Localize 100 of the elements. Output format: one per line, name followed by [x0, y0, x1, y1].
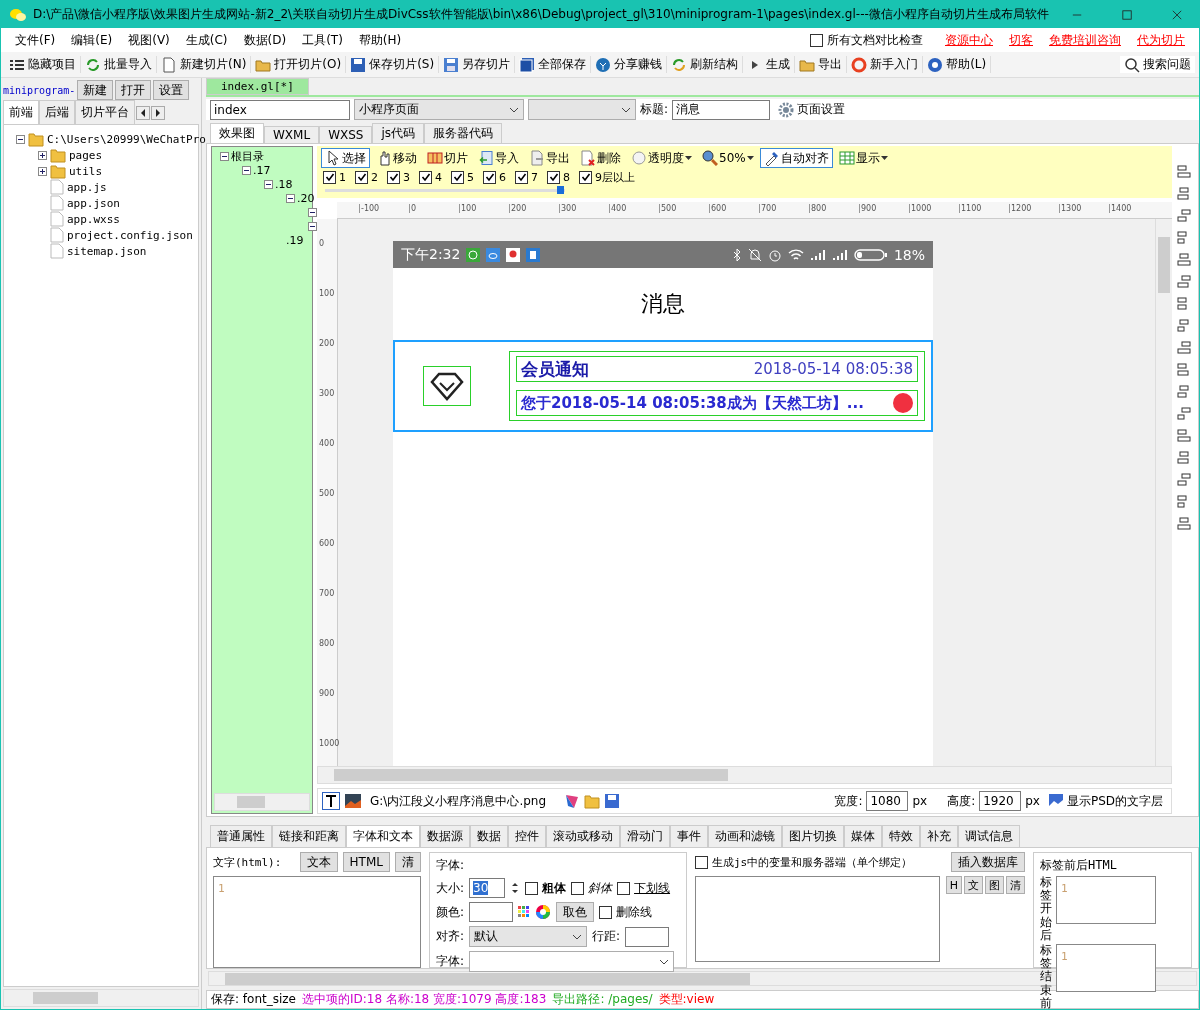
toolbar-button[interactable]: 生成: [743, 56, 796, 73]
editor-button[interactable]: 文本: [299, 852, 338, 873]
collapse-icon[interactable]: [308, 221, 317, 231]
collapse-icon[interactable]: [308, 207, 317, 217]
toolbar-button[interactable]: 刷新结构: [667, 56, 744, 73]
editor-tab[interactable]: 效果图: [210, 123, 264, 144]
pick-color-button[interactable]: 取色: [556, 902, 595, 923]
menu-item[interactable]: 文件(F): [7, 31, 64, 49]
tree-item[interactable]: app.json: [67, 196, 120, 210]
expand-icon[interactable]: [38, 150, 47, 160]
text-tool-icon[interactable]: [322, 792, 340, 811]
tree-item[interactable]: app.wxss: [67, 212, 120, 226]
layout-icon[interactable]: [1177, 208, 1193, 225]
layout-icon[interactable]: [1177, 274, 1193, 291]
checkbox[interactable]: [419, 170, 432, 184]
link[interactable]: 资源中心: [945, 31, 993, 49]
toolbar-button[interactable]: 帮助(L): [923, 56, 992, 73]
checkbox[interactable]: [571, 881, 585, 895]
horizontal-scrollbar[interactable]: [3, 989, 199, 1007]
editor-button[interactable]: 清: [395, 852, 421, 873]
page-settings-button[interactable]: 页面设置: [774, 101, 850, 118]
canvas-tool-button[interactable]: 导入: [474, 148, 523, 169]
menu-item[interactable]: 生成(C): [177, 31, 236, 49]
canvas-tool-button[interactable]: 删除: [576, 148, 625, 169]
checkbox[interactable]: [451, 170, 464, 184]
tree-item[interactable]: project.config.json: [67, 228, 193, 242]
expand-icon[interactable]: [38, 166, 47, 176]
horizontal-scrollbar[interactable]: [214, 793, 310, 812]
collapse-icon[interactable]: [16, 134, 25, 144]
page-name-field[interactable]: index: [210, 99, 350, 120]
toolbar-button[interactable]: 批量导入: [81, 56, 157, 73]
side-tab[interactable]: 切片平台: [75, 100, 135, 124]
canvas-tool-button[interactable]: 50%: [698, 148, 758, 169]
checkbox[interactable]: [617, 881, 631, 895]
project-button[interactable]: 设置: [153, 80, 190, 100]
canvas-tool-button[interactable]: 切片: [423, 148, 472, 169]
checkbox[interactable]: [599, 905, 613, 919]
insert-button[interactable]: 文: [964, 876, 983, 895]
property-tab[interactable]: 事件: [670, 825, 708, 848]
project-button[interactable]: 新建: [77, 80, 114, 100]
close-icon[interactable]: [1171, 8, 1182, 21]
toolbar-button[interactable]: 打开切片(O): [251, 56, 347, 73]
layout-icon[interactable]: [1177, 340, 1193, 357]
message-item[interactable]: 会员通知 2018-05-14 08:05:38 您于2018-05-14 08:05:38成为【天然工坊】...: [393, 340, 933, 433]
align-select[interactable]: 默认: [469, 926, 588, 948]
editor-tab[interactable]: js代码: [372, 123, 425, 144]
checkbox[interactable]: [355, 170, 368, 184]
color-wheel-icon[interactable]: [535, 904, 552, 921]
checkbox[interactable]: [695, 855, 708, 869]
tree-item[interactable]: pages: [69, 148, 103, 162]
property-tab[interactable]: 动画和滤镜: [708, 825, 782, 848]
property-tab[interactable]: 数据源: [420, 825, 470, 848]
color-grid-icon[interactable]: [518, 906, 531, 919]
editor-tab[interactable]: WXML: [264, 126, 320, 144]
menu-item[interactable]: 工具(T): [294, 31, 351, 49]
layer-item[interactable]: .17: [253, 163, 271, 177]
toolbar-button[interactable]: 导出: [795, 56, 848, 73]
save-icon[interactable]: [604, 793, 621, 810]
layer-item[interactable]: .19: [286, 233, 304, 247]
checkbox[interactable]: [810, 33, 823, 47]
insert-button[interactable]: 图: [985, 876, 1004, 895]
scroll-left-icon[interactable]: [136, 106, 150, 120]
checkbox[interactable]: [579, 170, 592, 184]
code-editor[interactable]: [695, 876, 940, 963]
canvas-tool-button[interactable]: 移动: [372, 148, 421, 169]
maximize-icon[interactable]: [1121, 8, 1132, 21]
toolbar-button[interactable]: 保存切片(S): [346, 56, 440, 73]
project-button[interactable]: 打开: [115, 80, 152, 100]
insert-button[interactable]: H: [945, 876, 962, 895]
menu-item[interactable]: 帮助(H): [350, 31, 410, 49]
toolbar-button[interactable]: 新手入门: [847, 56, 924, 73]
canvas-tool-button[interactable]: 透明度: [627, 148, 696, 169]
show-psd-text-button[interactable]: 显示PSD的文字层: [1043, 792, 1167, 810]
editor-button[interactable]: HTML: [342, 852, 390, 873]
layout-icon[interactable]: [1177, 252, 1193, 269]
search-button[interactable]: 搜索问题: [1120, 56, 1195, 73]
tree-item[interactable]: sitemap.json: [67, 244, 147, 258]
toolbar-button[interactable]: 分享赚钱: [591, 56, 668, 73]
toolbar-button[interactable]: 隐藏项目: [5, 56, 81, 73]
canvas-tool-button[interactable]: 显示: [834, 148, 892, 169]
toolbar-button[interactable]: 全部保存: [515, 56, 592, 73]
property-tab[interactable]: 链接和距离: [272, 825, 346, 848]
layout-icon[interactable]: [1177, 428, 1193, 445]
property-tab[interactable]: 图片切换: [782, 825, 844, 848]
size-field[interactable]: 30: [469, 878, 506, 899]
collapse-icon[interactable]: [242, 165, 251, 175]
property-tab[interactable]: 滚动或移动: [546, 825, 620, 848]
tree-item[interactable]: utils: [69, 164, 103, 178]
property-tab[interactable]: 控件: [508, 825, 546, 848]
page-type-select[interactable]: 小程序页面: [354, 99, 524, 120]
layer-slider[interactable]: [325, 189, 565, 193]
link[interactable]: 代为切片: [1137, 31, 1185, 49]
property-tab[interactable]: 调试信息: [958, 825, 1020, 848]
property-tab[interactable]: 特效: [882, 825, 920, 848]
scroll-right-icon[interactable]: [151, 106, 165, 120]
toolbar-button[interactable]: 另存切片: [439, 56, 516, 73]
checkbox[interactable]: [525, 881, 539, 895]
vertical-scrollbar[interactable]: [1155, 219, 1172, 767]
layout-icon[interactable]: [1177, 164, 1193, 181]
tree-item[interactable]: C:\Users\20999\WeChatPro: [47, 132, 206, 146]
